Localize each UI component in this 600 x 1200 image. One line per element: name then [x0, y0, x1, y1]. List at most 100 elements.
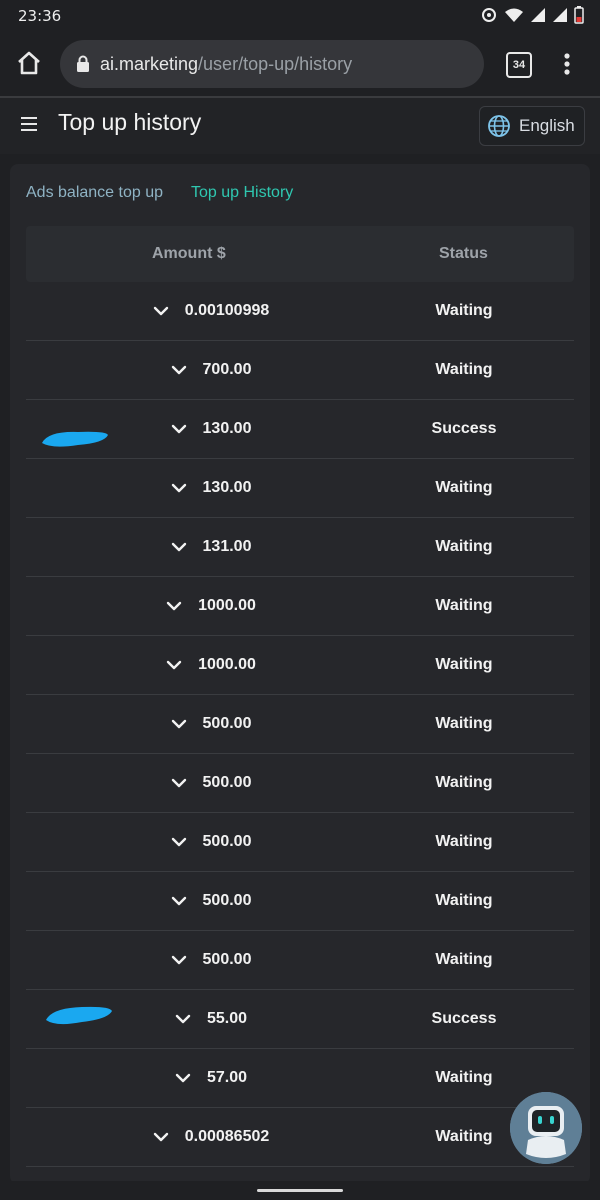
chevron-down-icon[interactable] — [171, 954, 187, 966]
page-title: Top up history — [58, 109, 202, 135]
history-panel: Ads balance top up Top up History Amount… — [10, 164, 590, 1184]
column-header-status: Status — [439, 245, 488, 262]
table-header: Amount $ Status — [26, 226, 574, 282]
battery-icon — [574, 6, 584, 28]
amount-value: 1000.00 — [198, 656, 256, 673]
status-cell: Waiting — [435, 715, 493, 732]
more-vert-icon — [564, 53, 570, 75]
table-row[interactable]: 500.00 Waiting — [26, 872, 574, 931]
globe-icon — [488, 115, 510, 137]
amount-cell: 57.00 — [26, 1049, 396, 1107]
signal-icon-2 — [552, 7, 568, 27]
amount-value: 0.00100998 — [184, 302, 270, 319]
amount-cell: 1000.00 — [26, 636, 396, 694]
chevron-down-icon[interactable] — [171, 482, 187, 494]
amount-value: 500.00 — [202, 951, 252, 968]
table-row[interactable]: 57.00 Waiting — [26, 1049, 574, 1108]
language-label: English — [519, 116, 575, 135]
home-button[interactable] — [16, 50, 44, 78]
chevron-down-icon[interactable] — [153, 1131, 169, 1143]
chevron-down-icon[interactable] — [171, 718, 187, 730]
wifi-icon — [504, 7, 524, 27]
chevron-down-icon[interactable] — [153, 305, 169, 317]
table-row[interactable]: 700.00 Waiting — [26, 341, 574, 400]
amount-value: 1000.00 — [198, 597, 256, 614]
home-icon — [18, 51, 40, 75]
status-cell: Waiting — [435, 538, 493, 555]
chevron-down-icon[interactable] — [171, 423, 187, 435]
amount-value: 0.00086502 — [184, 1128, 270, 1145]
browser-menu-button[interactable] — [560, 52, 574, 78]
amount-value: 131.00 — [202, 538, 252, 555]
status-cell: Waiting — [435, 892, 493, 909]
address-bar[interactable]: ai.marketing/user/top-up/history — [60, 40, 484, 88]
table-row[interactable]: 131.00 Waiting — [26, 518, 574, 577]
chevron-down-icon[interactable] — [166, 659, 182, 671]
gesture-pill[interactable] — [257, 1189, 343, 1192]
language-selector[interactable]: English — [479, 106, 585, 146]
table-row[interactable]: 500.00 Waiting — [26, 931, 574, 990]
table-body: 0.00100998 Waiting 700.00 Waiting 130.00 Succ… — [26, 282, 574, 1167]
redaction-scribble — [42, 431, 108, 447]
amount-cell: 1000.00 — [26, 577, 396, 635]
amount-cell: 131.00 — [26, 518, 396, 576]
status-cell: Waiting — [435, 479, 493, 496]
chevron-down-icon[interactable] — [171, 895, 187, 907]
status-icons — [480, 6, 584, 28]
table-row[interactable]: 1000.00 Waiting — [26, 636, 574, 695]
amount-cell: 0.00086502 — [26, 1108, 396, 1166]
redaction-scribble-2 — [46, 1006, 112, 1025]
chevron-down-icon[interactable] — [175, 1013, 191, 1025]
tab-top-up-history[interactable]: Top up History — [191, 184, 293, 202]
amount-value: 130.00 — [202, 420, 252, 437]
hamburger-icon — [21, 117, 37, 131]
table-row[interactable]: 500.00 Waiting — [26, 813, 574, 872]
signal-icon — [530, 7, 546, 27]
amount-value: 500.00 — [202, 892, 252, 909]
url-domain: ai.marketing — [100, 53, 199, 74]
chevron-down-icon[interactable] — [171, 836, 187, 848]
menu-button[interactable] — [21, 116, 37, 131]
navigation-gesture-bar — [0, 1181, 600, 1200]
amount-cell: 500.00 — [26, 931, 396, 989]
status-time: 23:36 — [18, 7, 62, 25]
status-cell: Waiting — [435, 774, 493, 791]
amount-cell: 0.00100998 — [26, 282, 396, 340]
status-cell: Waiting — [435, 656, 493, 673]
chevron-down-icon[interactable] — [175, 1072, 191, 1084]
chevron-down-icon[interactable] — [171, 777, 187, 789]
tab-switcher-button[interactable]: 34 — [506, 52, 532, 78]
amount-cell: 700.00 — [26, 341, 396, 399]
chevron-down-icon[interactable] — [171, 541, 187, 553]
amount-value: 700.00 — [202, 361, 252, 378]
chevron-down-icon[interactable] — [171, 364, 187, 376]
status-cell: Success — [431, 420, 497, 437]
amount-value: 500.00 — [202, 715, 252, 732]
tab-bar: Ads balance top up Top up History — [26, 184, 293, 202]
location-icon — [480, 6, 498, 28]
status-cell: Waiting — [435, 361, 493, 378]
amount-value: 500.00 — [202, 833, 252, 850]
status-cell: Waiting — [435, 597, 493, 614]
tab-ads-balance-top-up[interactable]: Ads balance top up — [26, 184, 163, 202]
status-cell: Waiting — [435, 833, 493, 850]
amount-cell: 500.00 — [26, 754, 396, 812]
amount-value: 55.00 — [206, 1010, 248, 1027]
chevron-down-icon[interactable] — [166, 600, 182, 612]
amount-value: 130.00 — [202, 479, 252, 496]
url-text: ai.marketing/user/top-up/history — [100, 54, 352, 75]
lock-icon — [77, 55, 89, 72]
chat-bot-button[interactable] — [510, 1092, 582, 1164]
table-row[interactable]: 130.00 Waiting — [26, 459, 574, 518]
amount-value: 57.00 — [206, 1069, 248, 1086]
browser-toolbar: ai.marketing/user/top-up/history 34 — [0, 34, 600, 96]
status-cell: Success — [431, 1010, 497, 1027]
table-row[interactable]: 0.00100998 Waiting — [26, 282, 574, 341]
table-row[interactable]: 500.00 Waiting — [26, 754, 574, 813]
robot-icon — [510, 1092, 582, 1164]
table-row[interactable]: 0.00086502 Waiting — [26, 1108, 574, 1167]
status-bar: 23:36 — [0, 0, 600, 34]
table-row[interactable]: 500.00 Waiting — [26, 695, 574, 754]
table-row[interactable]: 1000.00 Waiting — [26, 577, 574, 636]
url-path: /user/top-up/history — [198, 53, 353, 74]
